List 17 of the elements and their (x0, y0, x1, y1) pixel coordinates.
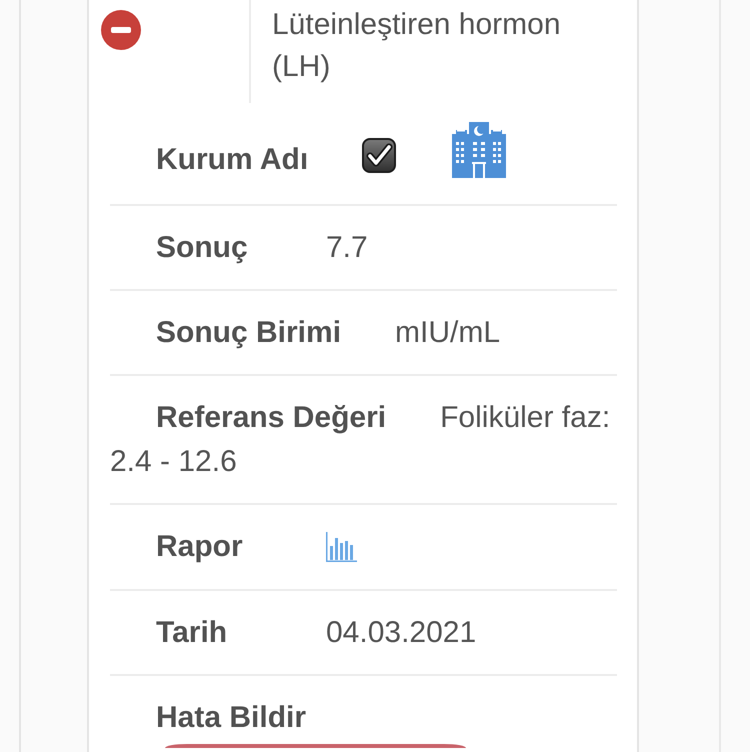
field-value: mIU/mL (395, 316, 500, 349)
field-value: 2.4 - 12.6 (110, 445, 237, 478)
record-title: Lüteinleştiren hormon (LH) (272, 8, 561, 83)
hospital-building-icon (451, 122, 508, 178)
field-value: 7.7 (326, 231, 368, 264)
field-label: Referans Değeri (156, 400, 388, 436)
field-label: Hata Bildir (156, 700, 308, 736)
field-label: Tarih (156, 615, 228, 651)
field-label: Sonuç (156, 230, 249, 266)
checkbox-icon[interactable] (362, 138, 396, 173)
collapse-icon[interactable] (101, 10, 141, 50)
field-label: Sonuç Birimi (156, 315, 342, 351)
field-value: Foliküler faz: (440, 401, 610, 434)
field-value: 04.03.2021 (326, 616, 476, 649)
action-button[interactable] (165, 744, 466, 748)
field-label: Kurum Adı (156, 142, 310, 178)
field-label: Rapor (156, 529, 244, 565)
